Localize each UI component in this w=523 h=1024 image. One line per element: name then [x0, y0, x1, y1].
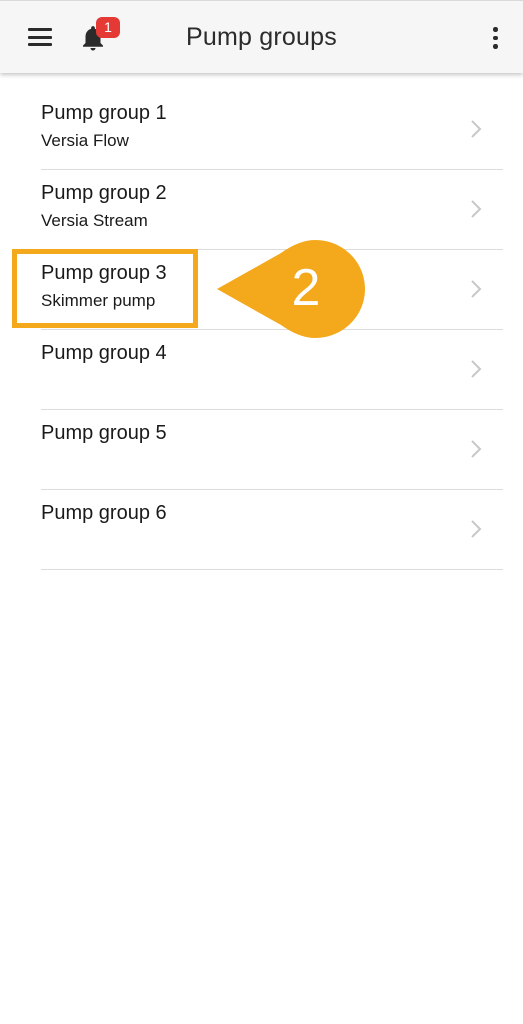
pump-group-list: Pump group 1 Versia Flow Pump group 2 Ve… [0, 90, 523, 570]
pump-group-item-3[interactable]: Pump group 3 Skimmer pump [0, 250, 523, 330]
pump-group-item-5[interactable]: Pump group 5 [0, 410, 523, 490]
pump-group-item-6[interactable]: Pump group 6 [0, 490, 523, 570]
pump-group-description: Skimmer pump [41, 291, 156, 310]
pump-group-name: Pump group 4 [41, 342, 167, 364]
chevron-right-icon [471, 200, 482, 218]
pump-group-description: Versia Flow [41, 131, 129, 150]
app-bar: 1 Pump groups [0, 0, 523, 73]
pump-group-name: Pump group 3 [41, 262, 167, 284]
pump-group-item-2[interactable]: Pump group 2 Versia Stream [0, 170, 523, 250]
notification-badge: 1 [96, 17, 120, 38]
chevron-right-icon [471, 360, 482, 378]
chevron-right-icon [471, 280, 482, 298]
chevron-right-icon [471, 520, 482, 538]
chevron-right-icon [471, 440, 482, 458]
pump-group-name: Pump group 2 [41, 182, 167, 204]
menu-icon[interactable] [28, 28, 52, 46]
divider [41, 569, 503, 570]
pump-group-item-4[interactable]: Pump group 4 [0, 330, 523, 410]
pump-group-description: Versia Stream [41, 211, 148, 230]
pump-group-name: Pump group 5 [41, 422, 167, 444]
pump-group-name: Pump group 6 [41, 502, 167, 524]
chevron-right-icon [471, 120, 482, 138]
pump-group-name: Pump group 1 [41, 102, 167, 124]
more-options-icon[interactable] [484, 25, 506, 51]
pump-group-item-1[interactable]: Pump group 1 Versia Flow [0, 90, 523, 170]
